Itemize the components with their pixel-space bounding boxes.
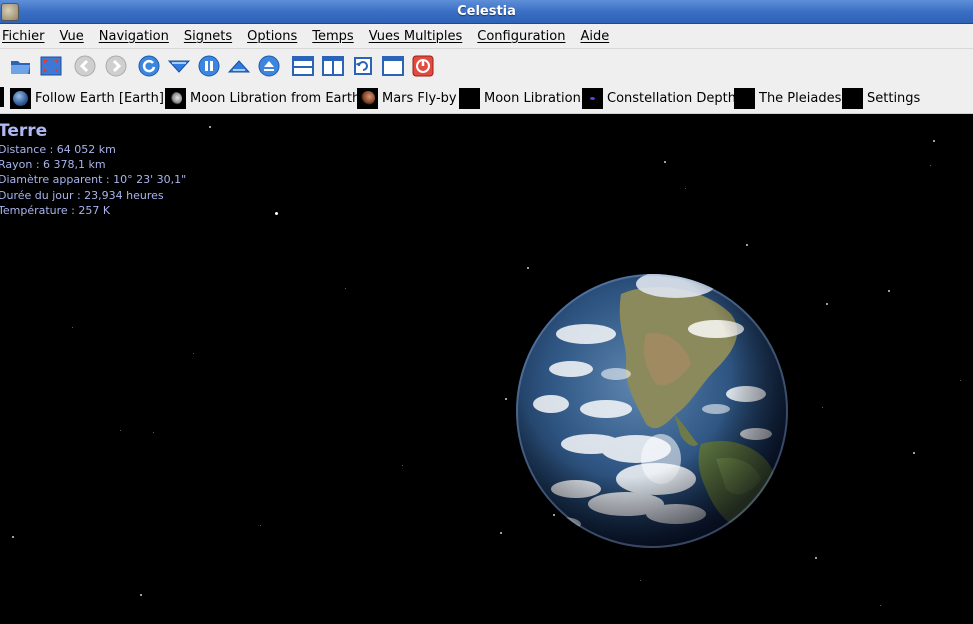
star [402,465,403,466]
star [913,452,915,454]
menu-options[interactable]: Options [245,29,304,44]
open-folder-icon[interactable] [9,54,33,78]
star [746,244,748,246]
star [960,380,961,381]
star [880,605,881,606]
faster-icon[interactable] [227,54,251,78]
split-vertical-icon[interactable] [321,54,345,78]
menu-fichier[interactable]: Fichier [0,29,52,44]
menu-configuration[interactable]: Configuration [475,29,572,44]
bookmark-label: The Pleiades [759,90,842,106]
menu-navigation[interactable]: Navigation [97,29,176,44]
stop-icon[interactable] [411,54,435,78]
star [500,532,502,534]
fullscreen-icon[interactable] [39,54,63,78]
star [120,430,121,431]
bookmark-label: Moon Libration [484,90,581,106]
bookmark-mars-fly-by[interactable]: Mars Fly-by [357,87,457,109]
bookmark-label: Settings [867,90,921,106]
bookmark-settings[interactable]: Settings [842,87,920,109]
bookmarks-grip[interactable] [0,87,4,107]
bookmark-label: Mars Fly-by [382,90,457,106]
star [260,525,261,526]
star [933,140,935,142]
forward-icon[interactable] [104,54,128,78]
star [140,594,142,596]
earth-globe[interactable] [516,274,789,549]
mars-thumb-icon [357,87,378,109]
menu-aide[interactable]: Aide [578,29,616,44]
menu-signets[interactable]: Signets [182,29,239,44]
bookmark-label: Moon Libration from Earth [190,90,361,106]
back-icon[interactable] [73,54,97,78]
star [527,267,529,269]
menu-vue[interactable]: Vue [58,29,91,44]
star [888,290,890,292]
toolbar [0,49,973,82]
eject-icon[interactable] [257,54,281,78]
star [193,353,194,354]
star [685,188,686,189]
bookmark-label: Constellation Depth [607,90,736,106]
star [345,288,346,289]
star [826,303,828,305]
star [664,161,666,163]
bookmark-moon-libration[interactable]: Moon Libration [459,87,581,109]
moon-thumb-icon [165,87,186,109]
constellation-thumb-icon [582,87,603,109]
distance-readout: Distance : 64 052 km [0,143,116,156]
slower-icon[interactable] [167,54,191,78]
apparent-diameter-readout: Diamètre apparent : 10° 23' 30,1" [0,173,187,187]
star [505,398,507,400]
bookmark-label: Follow Earth [Earth] [35,90,164,106]
dark-thumb-icon [459,87,480,109]
bookmark-constellation-depth[interactable]: Constellation Depth [582,87,736,109]
split-horizontal-icon[interactable] [291,54,315,78]
star [275,212,278,215]
space-view[interactable]: Terre Distance : 64 052 km Rayon : 6 378… [0,115,973,624]
title-bar: Celestia [0,0,973,24]
refresh-icon[interactable] [137,54,161,78]
star [640,580,641,581]
dark-thumb-icon [734,87,755,109]
bookmark-moon-libration-from-earth[interactable]: Moon Libration from Earth [165,87,360,109]
temperature-readout: Température : 257 K [0,203,111,217]
dark-thumb-icon [842,87,863,109]
object-info-panel: Terre Distance : 64 052 km Rayon : 6 378… [0,121,186,218]
bookmark-follow-earth[interactable]: Follow Earth [Earth] [10,87,164,109]
star [822,407,823,408]
star [209,126,211,128]
window-title: Celestia [457,4,516,19]
day-length-readout: Durée du jour : 23,934 heures [0,188,164,202]
earth-thumb-icon [10,87,31,109]
bookmark-the-pleiades[interactable]: The Pleiades [734,87,841,109]
cycle-view-icon[interactable] [351,54,375,78]
object-name: Terre [0,121,48,141]
radius-readout: Rayon : 6 378,1 km [0,158,106,172]
star [153,432,154,433]
single-view-icon[interactable] [381,54,405,78]
pause-icon[interactable] [197,54,221,78]
menu-temps[interactable]: Temps [310,29,360,44]
star [815,557,817,559]
star [12,536,14,538]
star [930,165,931,166]
bookmarks-bar: Follow Earth [Earth] Moon Libration from… [0,82,973,114]
menu-bar: Fichier Vue Navigation Signets Options T… [0,24,973,49]
menu-vues-multiples[interactable]: Vues Multiples [367,29,470,44]
star [72,327,73,328]
